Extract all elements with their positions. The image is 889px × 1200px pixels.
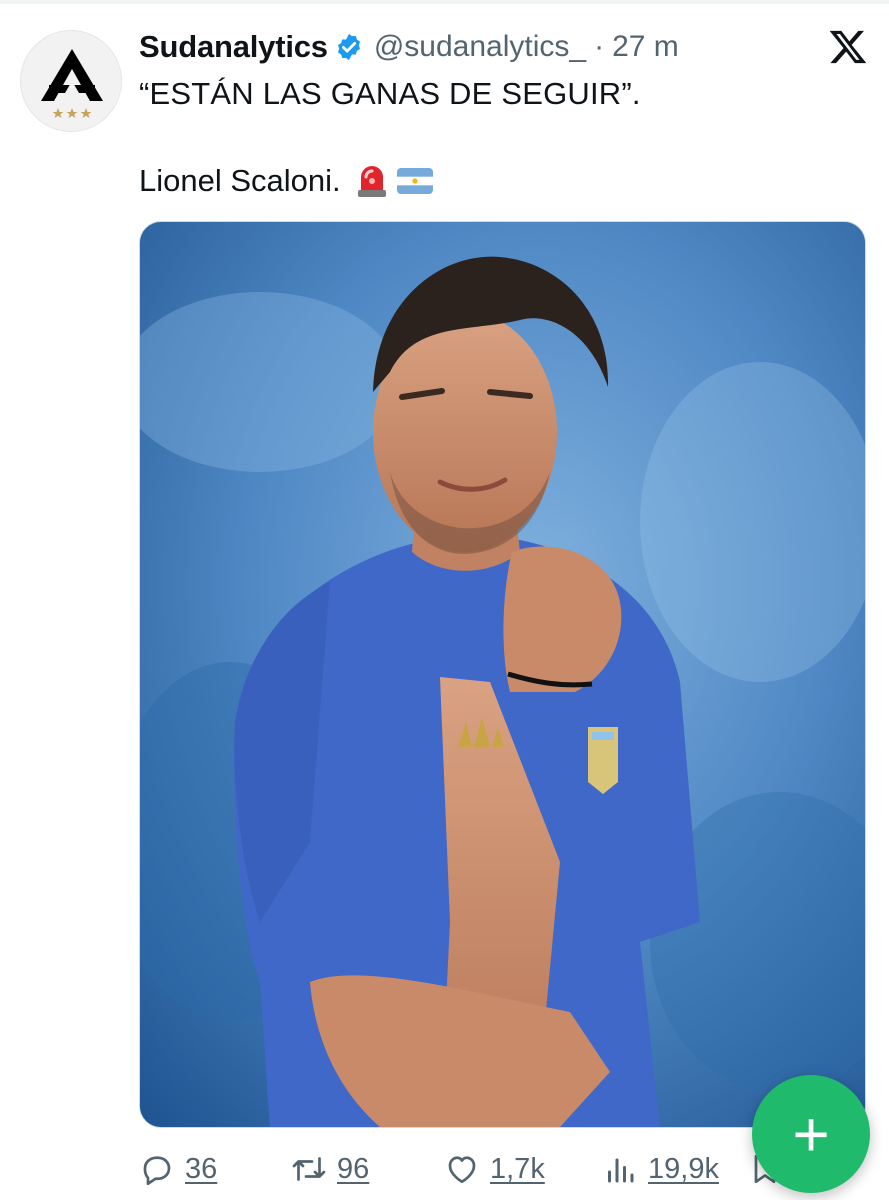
like-button[interactable]: 1,7k xyxy=(444,1145,545,1193)
reply-icon xyxy=(143,1156,171,1186)
author-handle[interactable]: @sudanalytics_ xyxy=(374,30,586,64)
views-chart-icon xyxy=(608,1158,634,1183)
compose-plus-icon: + xyxy=(792,1098,830,1170)
views-count: 19,9k xyxy=(648,1152,719,1185)
tweet-header: Sudanalytics @sudanalytics_ · 27 m xyxy=(139,24,679,70)
verified-badge-icon xyxy=(337,33,360,61)
separator-dot: · xyxy=(594,30,605,63)
tweet-text-line-2: Lionel Scaloni. xyxy=(139,163,433,199)
sudanalytics-logo-icon xyxy=(41,49,103,118)
tweet-text-name: Lionel Scaloni. xyxy=(139,163,341,198)
tweet-text-line-1: “ESTÁN LAS GANAS DE SEGUIR”. xyxy=(139,76,641,111)
compose-fab[interactable]: + xyxy=(752,1075,870,1193)
photo-icon xyxy=(140,222,865,1127)
author-display-name[interactable]: Sudanalytics xyxy=(139,29,328,65)
reply-button[interactable]: 36 xyxy=(139,1145,217,1193)
avatar[interactable] xyxy=(20,30,122,132)
retweet-icon xyxy=(292,1157,326,1181)
views-button[interactable]: 19,9k xyxy=(602,1145,719,1193)
tweet-timestamp[interactable]: 27 m xyxy=(612,30,679,64)
reply-count: 36 xyxy=(185,1152,218,1185)
argentina-flag-icon xyxy=(396,168,433,194)
rotating-light-icon xyxy=(357,166,386,197)
top-divider xyxy=(0,0,889,4)
heart-icon xyxy=(448,1156,476,1184)
x-logo-icon[interactable] xyxy=(828,27,868,67)
retweet-button[interactable]: 96 xyxy=(291,1145,369,1193)
tweet-photo[interactable] xyxy=(139,221,866,1128)
like-count: 1,7k xyxy=(490,1152,545,1185)
retweet-count: 96 xyxy=(337,1152,370,1185)
